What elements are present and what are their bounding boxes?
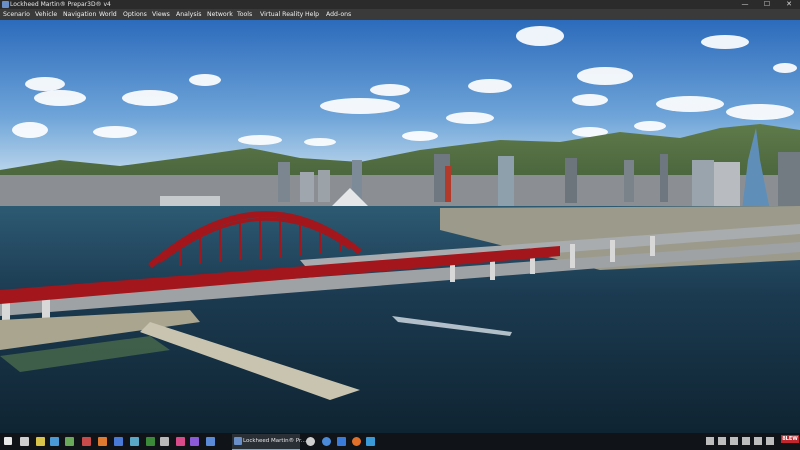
prepar3d-app-icon [2, 1, 9, 8]
menu-analysis[interactable]: Analysis [176, 9, 202, 20]
app-icon-6[interactable] [114, 437, 123, 446]
tray-notification-icon[interactable] [766, 437, 774, 445]
chrome-icon[interactable] [306, 437, 315, 446]
minimize-button[interactable]: — [734, 0, 756, 9]
menu-views[interactable]: Views [152, 9, 170, 20]
tray-volume-icon[interactable] [742, 437, 750, 445]
app-icon-3[interactable] [65, 437, 74, 446]
windows-taskbar: Lockheed Martin® Pr... 8LEW [0, 433, 800, 450]
app-icon-8[interactable] [146, 437, 155, 446]
menu-tools[interactable]: Tools [237, 9, 252, 20]
prepar3d-taskbar-icon [234, 437, 242, 445]
window-title: Lockheed Martin® Prepar3D® v4 [10, 1, 111, 8]
browser-icon[interactable] [322, 437, 331, 446]
menu-options[interactable]: Options [123, 9, 147, 20]
edge-icon[interactable] [337, 437, 346, 446]
app-icon-12[interactable] [206, 437, 215, 446]
menu-add-ons[interactable]: Add-ons [326, 9, 351, 20]
app-icon-1[interactable] [36, 437, 45, 446]
close-button[interactable]: ✕ [778, 0, 800, 9]
app-icon-7[interactable] [130, 437, 139, 446]
windows-start-icon[interactable] [4, 437, 12, 445]
menu-virtual-reality[interactable]: Virtual Reality [260, 9, 303, 20]
app-icon-2[interactable] [50, 437, 59, 446]
app-icon-9[interactable] [160, 437, 169, 446]
tray-badge[interactable]: 8LEW [781, 435, 799, 443]
ie-icon[interactable] [366, 437, 375, 446]
tray-person-icon[interactable] [706, 437, 714, 445]
simulator-viewport[interactable] [0, 20, 800, 433]
app-icon-11[interactable] [190, 437, 199, 446]
tray-network-icon[interactable] [730, 437, 738, 445]
menu-scenario[interactable]: Scenario [3, 9, 30, 20]
menu-bar: Scenario Vehicle Navigation World Option… [0, 9, 800, 20]
maximize-button[interactable]: ☐ [756, 0, 778, 9]
tray-keyboard-icon[interactable] [754, 437, 762, 445]
app-icon-5[interactable] [98, 437, 107, 446]
taskbar-window-label: Lockheed Martin® Pr... [243, 438, 307, 444]
tray-chevron-icon[interactable] [718, 437, 726, 445]
menu-help[interactable]: Help [305, 9, 319, 20]
menu-vehicle[interactable]: Vehicle [35, 9, 57, 20]
menu-network[interactable]: Network [207, 9, 233, 20]
menu-world[interactable]: World [99, 9, 117, 20]
scene-render [0, 20, 800, 433]
app-icon-4[interactable] [82, 437, 91, 446]
taskbar-active-window[interactable]: Lockheed Martin® Pr... [232, 434, 306, 450]
firefox-icon[interactable] [352, 437, 361, 446]
title-bar: Lockheed Martin® Prepar3D® v4 — ☐ ✕ [0, 0, 800, 9]
search-icon[interactable] [20, 437, 29, 446]
app-icon-10[interactable] [176, 437, 185, 446]
menu-navigation[interactable]: Navigation [63, 9, 96, 20]
